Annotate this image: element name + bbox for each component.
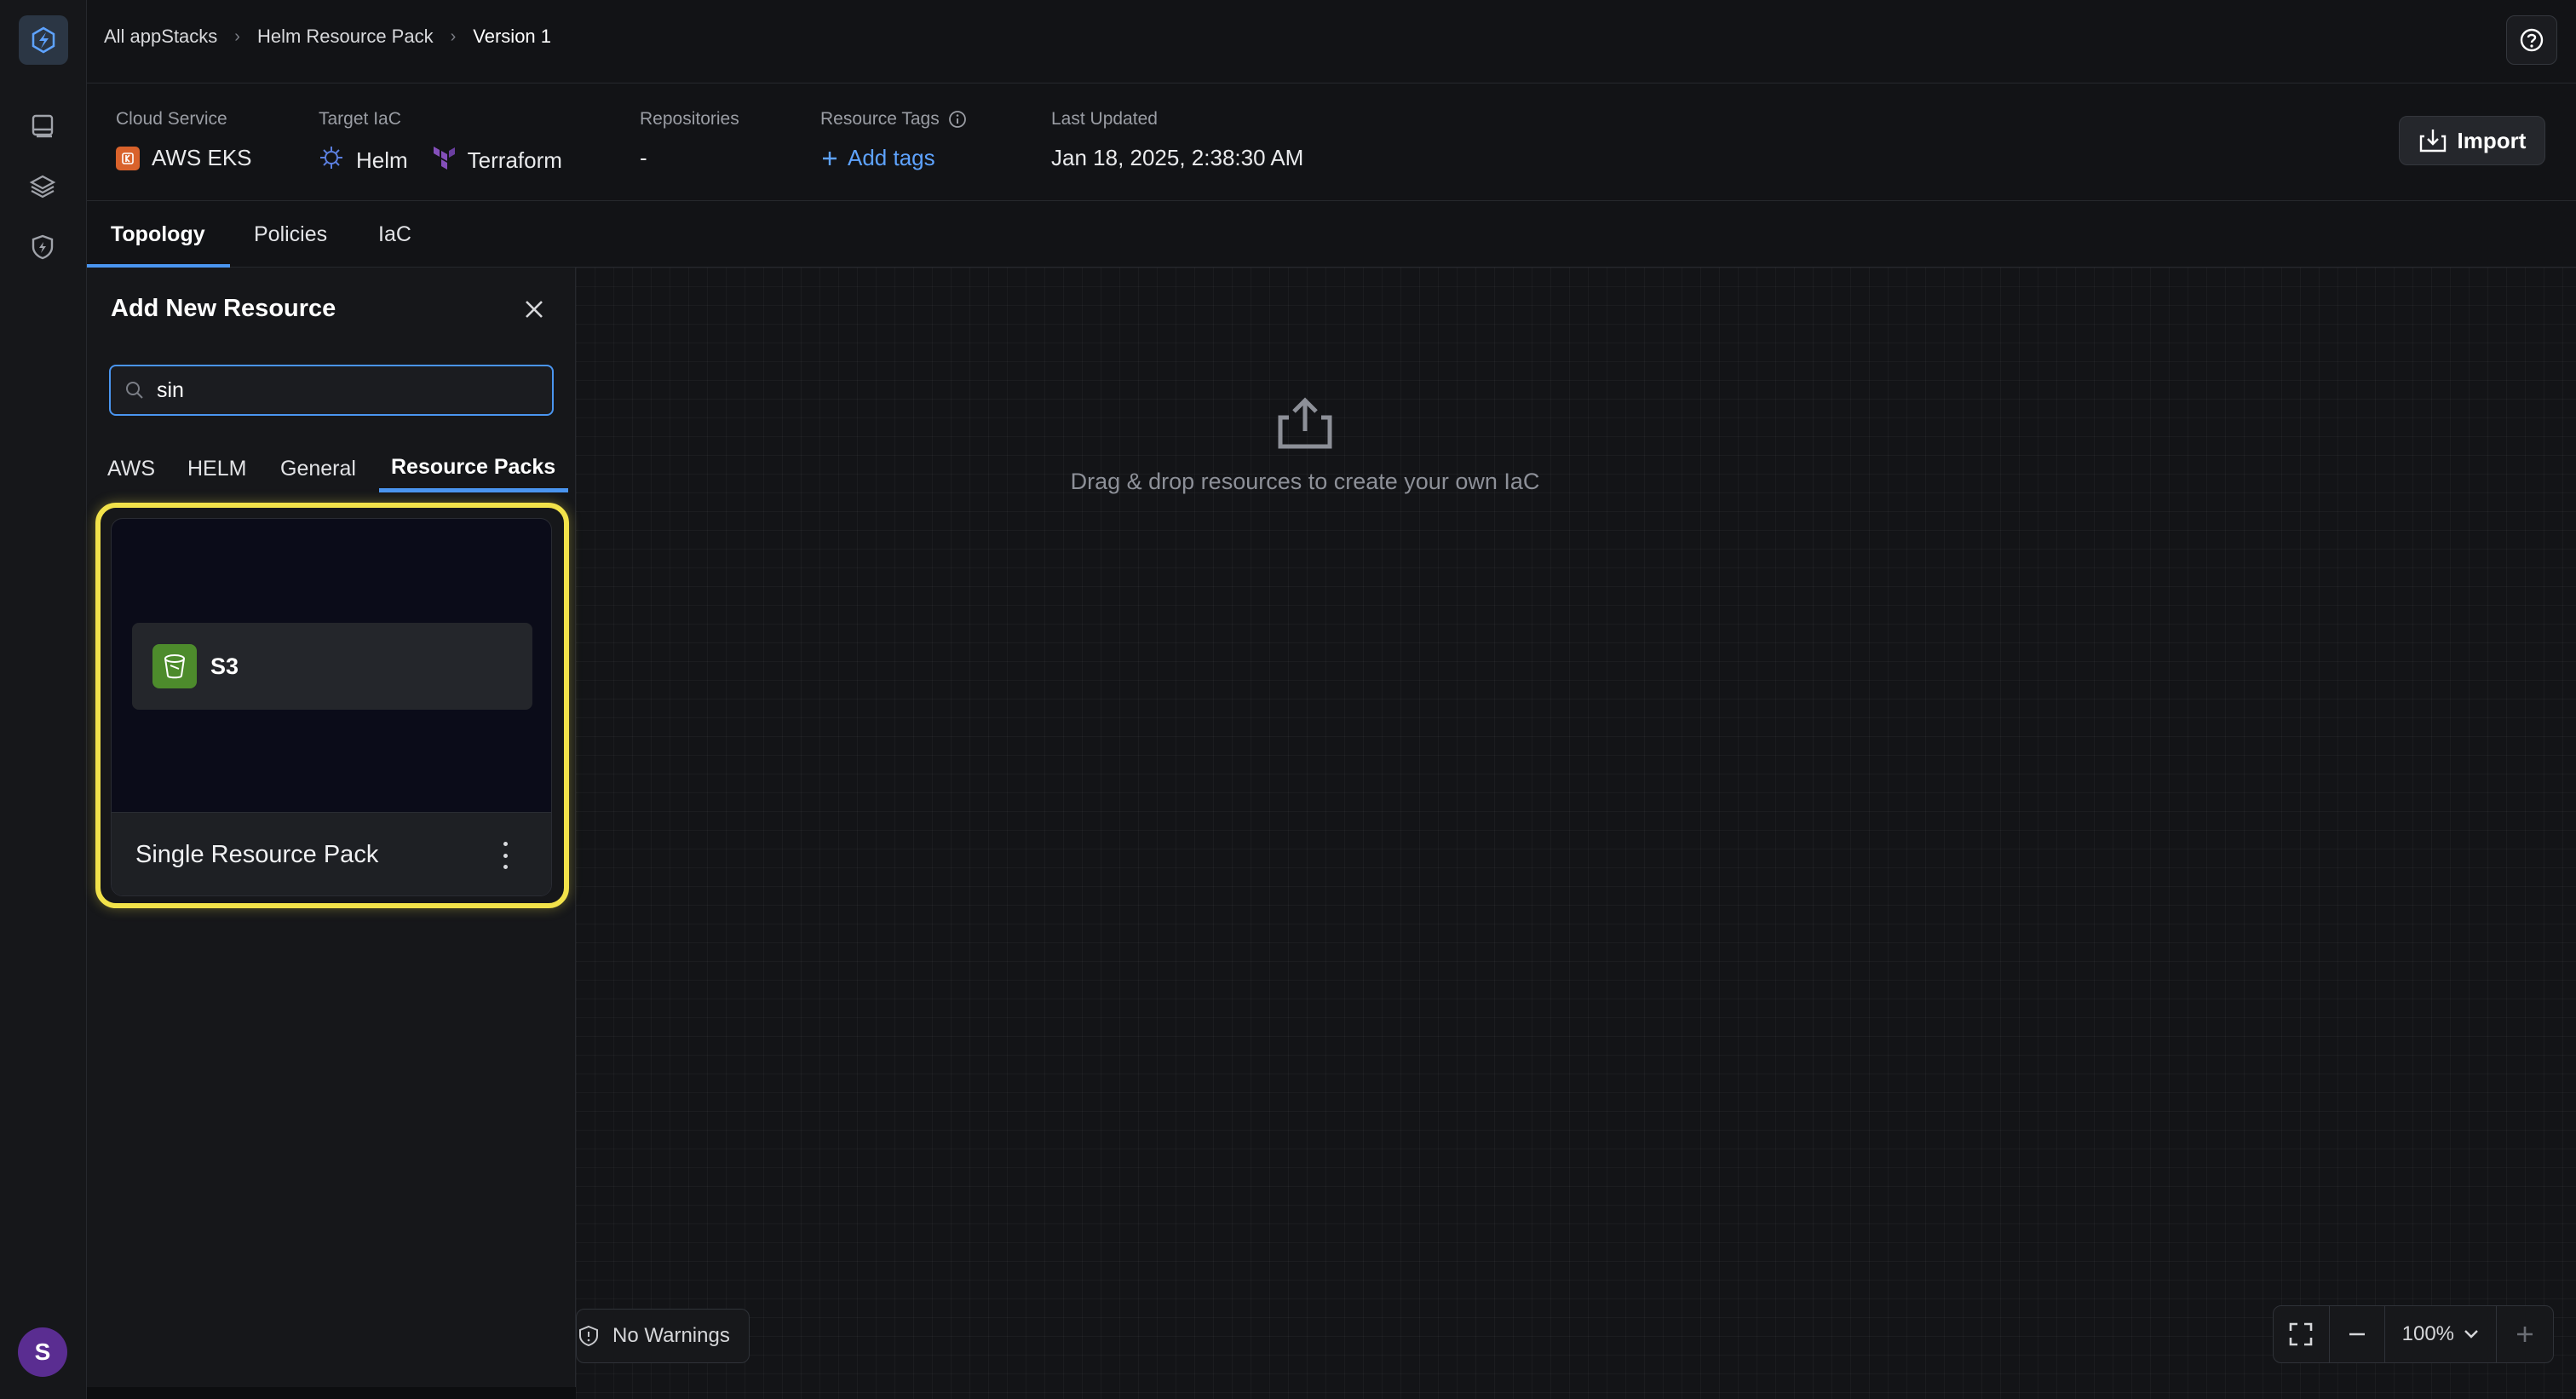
breadcrumb-all-appstacks[interactable]: All appStacks (104, 26, 217, 48)
repositories-label: Repositories (640, 109, 739, 129)
breadcrumb: All appStacks › Helm Resource Pack › Ver… (104, 26, 551, 48)
help-button[interactable] (2506, 15, 2557, 65)
category-tab-resource-packs[interactable]: Resource Packs (391, 455, 555, 480)
last-updated-value: Jan 18, 2025, 2:38:30 AM (1051, 145, 1304, 170)
tab-topology-label: Topology (111, 222, 205, 246)
cloud-service-label: Cloud Service (116, 109, 227, 129)
drop-hint: Drag & drop resources to create your own… (1032, 397, 1578, 495)
aws-eks-icon (116, 146, 140, 170)
plus-icon (2517, 1327, 2533, 1342)
layers-icon[interactable] (26, 170, 60, 204)
user-avatar[interactable]: S (18, 1327, 67, 1377)
tab-iac-label: IaC (378, 222, 411, 246)
cloud-service-value: AWS EKS (152, 145, 252, 170)
pack-footer: Single Resource Pack (112, 812, 551, 895)
chevron-right-icon: › (450, 26, 457, 46)
resource-tags-field: Resource Tags Add tags (820, 109, 967, 171)
chevron-right-icon: › (234, 26, 240, 46)
import-label: Import (2457, 127, 2527, 153)
shield-warning-icon (579, 1325, 598, 1347)
target-iac-helm: Helm (356, 147, 408, 173)
more-options-icon[interactable] (500, 842, 510, 869)
target-iac-field: Target IaC Helm Terraform (319, 109, 562, 176)
view-tabs: Topology Policies IaC (87, 201, 2576, 268)
resource-category-tabs: AWS HELM General Resource Packs (87, 438, 576, 504)
zoom-controls: 100% (2273, 1305, 2554, 1363)
import-icon (2419, 130, 2446, 153)
pack-name: Single Resource Pack (135, 841, 379, 868)
zoom-out-button[interactable] (2330, 1306, 2386, 1362)
close-icon (526, 301, 543, 318)
last-updated-field: Last Updated Jan 18, 2025, 2:38:30 AM (1051, 109, 1303, 171)
chevron-down-icon (2464, 1330, 2478, 1339)
panel-footer-strip (87, 1387, 576, 1399)
plus-icon (823, 151, 837, 165)
fullscreen-icon (2289, 1322, 2313, 1346)
breadcrumb-version: Version 1 (473, 26, 552, 47)
s3-bucket-icon (152, 644, 197, 688)
repositories-field: Repositories - (640, 109, 739, 171)
tab-policies[interactable]: Policies (254, 201, 327, 268)
info-icon[interactable] (948, 110, 967, 129)
search-input[interactable] (157, 377, 515, 403)
active-category-indicator (379, 488, 568, 492)
shield-icon[interactable] (26, 230, 60, 264)
resource-pack-card[interactable]: S3 Single Resource Pack (111, 518, 552, 896)
repositories-value: - (640, 145, 647, 170)
fit-view-button[interactable] (2274, 1306, 2330, 1362)
left-rail: S (0, 0, 87, 1399)
helm-icon (319, 145, 344, 176)
app-root: S All appStacks › Helm Resource Pack › V… (0, 0, 2576, 1399)
cloud-service-field: Cloud Service AWS EKS (116, 109, 252, 171)
tab-iac[interactable]: IaC (378, 201, 411, 268)
breadcrumb-helm-resource-pack[interactable]: Helm Resource Pack (257, 26, 434, 48)
tab-policies-label: Policies (254, 222, 328, 246)
resource-search[interactable] (109, 365, 554, 416)
help-icon (2520, 28, 2544, 52)
pack-resource-label: S3 (210, 653, 239, 679)
logo-icon (32, 26, 55, 54)
category-tab-general[interactable]: General (280, 457, 356, 481)
appstack-info-bar: Cloud Service AWS EKS Target IaC Helm Te… (87, 83, 2576, 201)
add-tags-label: Add tags (848, 145, 935, 170)
book-icon[interactable] (26, 109, 60, 143)
resource-tags-label: Resource Tags (820, 109, 940, 129)
app-logo[interactable] (19, 15, 68, 65)
upload-icon (1032, 397, 1578, 450)
last-updated-label: Last Updated (1051, 109, 1158, 129)
close-panel-button[interactable] (521, 296, 547, 322)
target-iac-label: Target IaC (319, 109, 401, 129)
zoom-level-select[interactable]: 100% (2385, 1306, 2498, 1362)
drop-hint-text: Drag & drop resources to create your own… (1070, 469, 1540, 494)
zoom-in-button[interactable] (2497, 1306, 2553, 1362)
zoom-level: 100% (2401, 1322, 2455, 1345)
import-button[interactable]: Import (2399, 116, 2545, 165)
top-bar: All appStacks › Helm Resource Pack › Ver… (87, 0, 2576, 83)
category-tab-aws[interactable]: AWS (107, 457, 155, 481)
warnings-indicator[interactable]: No Warnings (576, 1309, 750, 1363)
search-icon (126, 382, 143, 399)
warnings-label: No Warnings (612, 1324, 730, 1347)
terraform-icon (432, 145, 456, 176)
panel-title: Add New Resource (111, 295, 336, 322)
category-tab-helm[interactable]: HELM (187, 457, 246, 481)
tab-topology[interactable]: Topology (111, 201, 205, 268)
minus-icon (2349, 1333, 2365, 1336)
target-iac-terraform: Terraform (467, 147, 562, 173)
pack-resource-item: S3 (132, 623, 532, 710)
add-tags-button[interactable]: Add tags (820, 145, 935, 171)
